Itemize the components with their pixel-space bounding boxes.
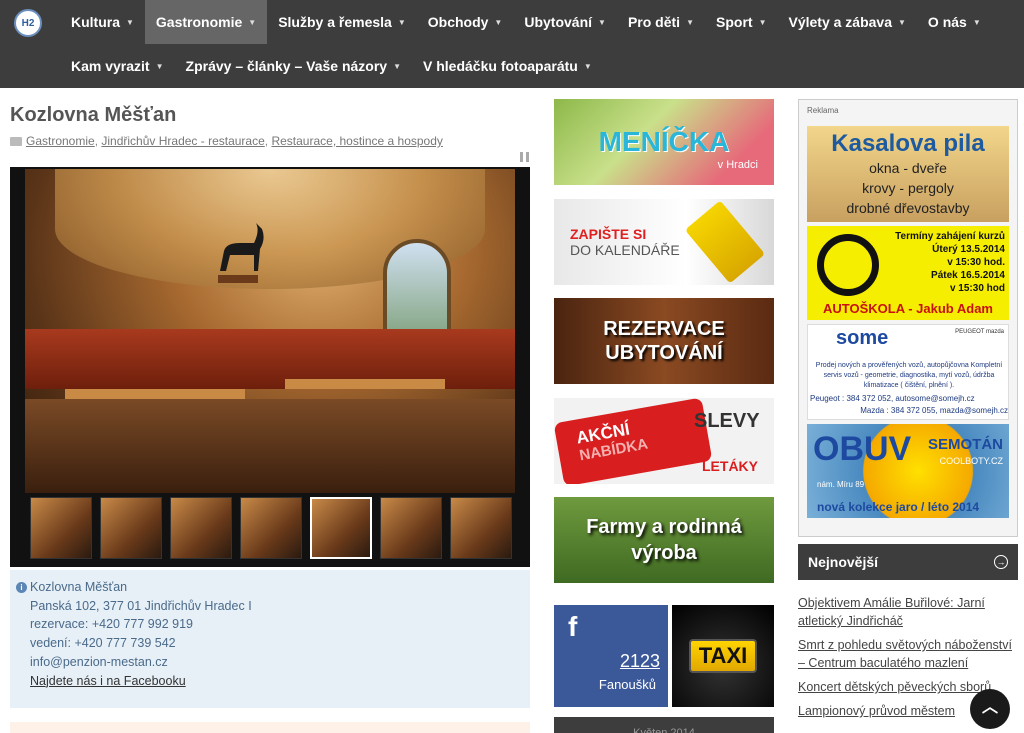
management-phone: vedení: +420 777 739 542 [30, 636, 176, 651]
facebook-link[interactable]: Najdete nás i na Facebooku [30, 674, 186, 688]
gallery-thumbnail[interactable] [380, 497, 442, 559]
ad-kasalova-pila[interactable]: Kasalova pila okna - dveře krovy - pergo… [807, 126, 1009, 222]
goat-statue-image [218, 223, 264, 283]
chevron-down-icon: ▼ [686, 17, 694, 27]
gallery-thumbnail-selected[interactable] [310, 497, 372, 559]
photo-gallery [10, 167, 530, 567]
nav-item-kam-vyrazit[interactable]: Kam vyrazit ▼ [60, 44, 175, 88]
venue-address: Panská 102, 377 01 Jindřichův Hradec I [30, 598, 252, 613]
category-link-gastronomie[interactable]: Gastronomie [26, 134, 95, 148]
chevron-down-icon: ▼ [126, 17, 134, 27]
chevron-down-icon: ▼ [898, 17, 906, 27]
booking-banner[interactable]: REZERVACE UBYTOVÁNÍ [554, 298, 774, 384]
fan-count[interactable]: 2123 [620, 651, 660, 672]
nav-item-pro-deti[interactable]: Pro děti ▼ [617, 0, 705, 44]
nav-item-hledacek[interactable]: V hledáčku fotoaparátu ▼ [412, 44, 603, 88]
scroll-top-button[interactable]: ︿ [970, 689, 1010, 729]
arrow-right-icon[interactable]: → [994, 555, 1008, 569]
category-link-jh-restaurace[interactable]: Jindřichův Hradec - restaurace [101, 134, 264, 148]
latest-header[interactable]: Nejnovější → [798, 544, 1018, 580]
steering-wheel-icon [817, 234, 879, 296]
price-tag-icon: AKČNÍ NABÍDKA [554, 398, 713, 484]
gallery-thumbnail[interactable] [30, 497, 92, 559]
nav-item-sluzby[interactable]: Služby a řemesla ▼ [267, 0, 417, 44]
latest-item[interactable]: Objektivem Amálie Buřilové: Jarní atleti… [798, 594, 1018, 630]
chevron-down-icon: ▼ [972, 17, 981, 27]
category-list: Gastronomie, Jindřichův Hradec - restaur… [10, 134, 443, 148]
ad-some[interactable]: some PEUGEOT mazda Prodej nových a prově… [807, 324, 1009, 420]
contact-info: i Kozlovna Měšťan Panská 102, 377 01 Jin… [10, 570, 530, 708]
gallery-thumbnail[interactable] [450, 497, 512, 559]
chevron-down-icon: ▼ [397, 17, 406, 27]
folder-icon [10, 136, 22, 146]
ads-box: Reklama Kasalova pila okna - dveře krovy… [798, 99, 1018, 537]
chevron-down-icon: ▼ [583, 61, 592, 71]
page-title: Kozlovna Měšťan [10, 104, 177, 126]
menicka-banner[interactable]: MENÍČKA v Hradci [554, 99, 774, 185]
chevron-down-icon: ▼ [494, 17, 503, 27]
nav-item-kultura[interactable]: Kultura ▼ [60, 0, 145, 44]
info-icon: i [16, 582, 27, 593]
email: info@penzion-mestan.cz [30, 654, 168, 669]
main-photo[interactable] [25, 169, 515, 493]
calendar-header: Květen 2014 [554, 717, 774, 733]
chevron-down-icon: ▼ [758, 17, 767, 27]
chevron-down-icon: ▼ [598, 17, 606, 27]
chevron-down-icon: ▼ [393, 61, 402, 71]
thumbnail-strip [30, 497, 512, 559]
nav-item-obchody[interactable]: Obchody ▼ [417, 0, 514, 44]
highlighter-icon [684, 200, 766, 284]
facebook-icon: f [568, 611, 578, 642]
nav-item-vylety[interactable]: Výlety a zábava ▼ [777, 0, 916, 44]
next-section [10, 722, 530, 733]
nav-item-ubytovani[interactable]: Ubytování ▼ [513, 0, 617, 44]
nav-row-1: Kultura ▼ Gastronomie ▼ Služby a řemesla ▼ … [60, 0, 992, 44]
offers-banner[interactable]: AKČNÍ NABÍDKA SLEVY LETÁKY [554, 398, 774, 484]
latest-item[interactable]: Smrt z pohledu světových náboženství – C… [798, 636, 1018, 672]
nav-row-2: Kam vyrazit ▼ Zprávy – články – Vaše názo… [60, 44, 603, 88]
venue-name: Kozlovna Měšťan [30, 580, 128, 594]
nav-item-gastronomie[interactable]: Gastronomie ▼ [144, 0, 268, 44]
ad-autoskola[interactable]: Termíny zahájení kurzů Úterý 13.5.2014 v… [807, 226, 1009, 320]
ad-obuv[interactable]: OBUV SEMOTÁN COOLBOTY.CZ nám. Míru 89 no… [807, 424, 1009, 518]
reservation-phone: rezervace: +420 777 992 919 [30, 617, 193, 632]
calendar-banner[interactable]: ZAPIŠTE SI DO KALENDÁŘE [554, 199, 774, 285]
chevron-down-icon: ▼ [248, 17, 257, 27]
gallery-thumbnail[interactable] [100, 497, 162, 559]
category-link-restaurace[interactable]: Restaurace, hostince a hospody [271, 134, 442, 148]
chevron-down-icon: ▼ [155, 61, 164, 71]
nav-item-o-nas[interactable]: O nás ▼ [917, 0, 992, 44]
ads-label: Reklama [807, 106, 839, 115]
nav-item-sport[interactable]: Sport ▼ [705, 0, 777, 44]
pause-icon[interactable] [520, 152, 529, 162]
site-logo[interactable]: H2 [14, 9, 42, 37]
nav-item-zpravy[interactable]: Zprávy – články – Vaše názory ▼ [175, 44, 413, 88]
farms-banner[interactable]: Farmy a rodinná výroba [554, 497, 774, 583]
top-nav: H2 Kultura ▼ Gastronomie ▼ Služby a řemesl… [0, 0, 1024, 88]
facebook-box[interactable]: f 2123 Fanoušků [554, 605, 668, 707]
gallery-thumbnail[interactable] [240, 497, 302, 559]
taxi-banner[interactable]: TAXI [672, 605, 774, 707]
gallery-thumbnail[interactable] [170, 497, 232, 559]
